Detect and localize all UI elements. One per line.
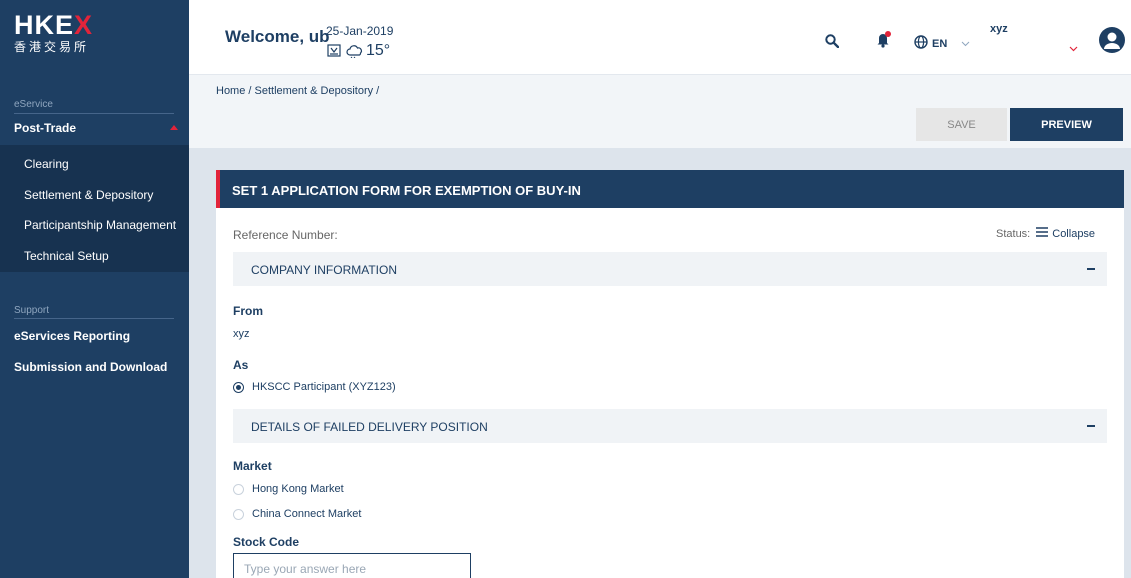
hkex-logo[interactable]: HKEX 香港交易所 [14,10,94,55]
from-value: xyz [233,328,250,340]
market-label: Market [233,459,272,473]
application-form-card: SET 1 APPLICATION FORM FOR EXEMPTION OF … [216,170,1124,578]
globe-icon [914,35,928,52]
market-option-hong-kong[interactable]: Hong Kong Market [233,483,344,495]
collapse-label: Collapse [1052,227,1096,240]
top-header: Welcome, ub 25-Jan-2019 15° EN xyz [189,0,1131,74]
from-label: From [233,304,263,318]
preview-button[interactable]: PREVIEW [1010,108,1123,141]
language-label: EN [932,37,948,50]
hamburger-icon [1036,227,1049,240]
sidebar-divider [14,318,174,319]
minus-icon[interactable] [1087,425,1095,427]
chevron-down-icon[interactable] [1069,39,1078,57]
user-name[interactable]: xyz [990,23,1008,35]
sidebar-item-participantship[interactable]: Participantship Management [24,218,176,232]
stock-code-label: Stock Code [233,535,300,549]
weather-widget: 15° [326,42,390,60]
as-radio-option[interactable]: HKSCC Participant (XYZ123) [233,381,396,393]
market-option-china-connect[interactable]: China Connect Market [233,508,361,520]
sidebar-item-settlement[interactable]: Settlement & Depository [24,188,153,202]
temperature: 15° [366,42,391,59]
cloud-icon [346,44,362,59]
logo-text: HKEX [14,10,94,40]
breadcrumb-bar: Home / Settlement & Depository / SAVE PR… [189,74,1131,148]
section-label-support: Support [14,305,50,316]
chevron-down-icon [961,38,970,50]
sidebar: HKEX 香港交易所 eService Post-Trade Clearing … [0,0,189,578]
bell-icon[interactable] [875,30,893,53]
radio-unselected[interactable] [233,508,244,520]
radio-selected[interactable] [233,381,244,393]
as-label: As [233,358,249,372]
current-date: 25-Jan-2019 [326,24,394,38]
form-header: SET 1 APPLICATION FORM FOR EXEMPTION OF … [216,170,1124,208]
weather-icon [326,44,342,58]
radio-label: HKSCC Participant (XYZ123) [252,381,396,393]
section-title: COMPANY INFORMATION [251,263,398,277]
section-label-eservice: eService [14,99,53,110]
logo-chinese: 香港交易所 [14,40,90,54]
sidebar-item-technical-setup[interactable]: Technical Setup [24,249,109,263]
sidebar-item-submission-download[interactable]: Submission and Download [14,360,167,374]
minus-icon[interactable] [1087,268,1095,270]
failed-delivery-section[interactable]: DETAILS OF FAILED DELIVERY POSITION [233,409,1107,443]
sidebar-item-post-trade[interactable]: Post-Trade [14,121,76,135]
company-info-section[interactable]: COMPANY INFORMATION [233,252,1107,286]
radio-label: Hong Kong Market [252,483,344,495]
language-selector[interactable]: EN [914,35,970,52]
search-icon[interactable] [825,34,840,53]
reference-number-label: Reference Number: [233,228,338,242]
radio-label: China Connect Market [252,508,362,520]
section-title: DETAILS OF FAILED DELIVERY POSITION [251,420,488,434]
user-avatar-icon[interactable] [1099,27,1125,53]
caret-up-icon[interactable] [170,125,178,130]
collapse-button[interactable]: Collapse [1036,227,1095,240]
welcome-text: Welcome, ub [225,27,330,46]
sidebar-item-eservices-reporting[interactable]: eServices Reporting [14,329,130,343]
sidebar-item-clearing[interactable]: Clearing [24,157,69,171]
save-button[interactable]: SAVE [916,108,1007,141]
post-trade-submenu: Clearing Settlement & Depository Partici… [0,145,189,272]
radio-unselected[interactable] [233,483,244,495]
form-title: SET 1 APPLICATION FORM FOR EXEMPTION OF … [232,183,581,198]
status-label: Status: [996,227,1031,240]
sidebar-divider [14,113,174,114]
breadcrumb[interactable]: Home / Settlement & Depository / [216,85,379,97]
status-row: Status: Collapse [996,227,1095,240]
stock-code-input[interactable] [233,553,471,578]
